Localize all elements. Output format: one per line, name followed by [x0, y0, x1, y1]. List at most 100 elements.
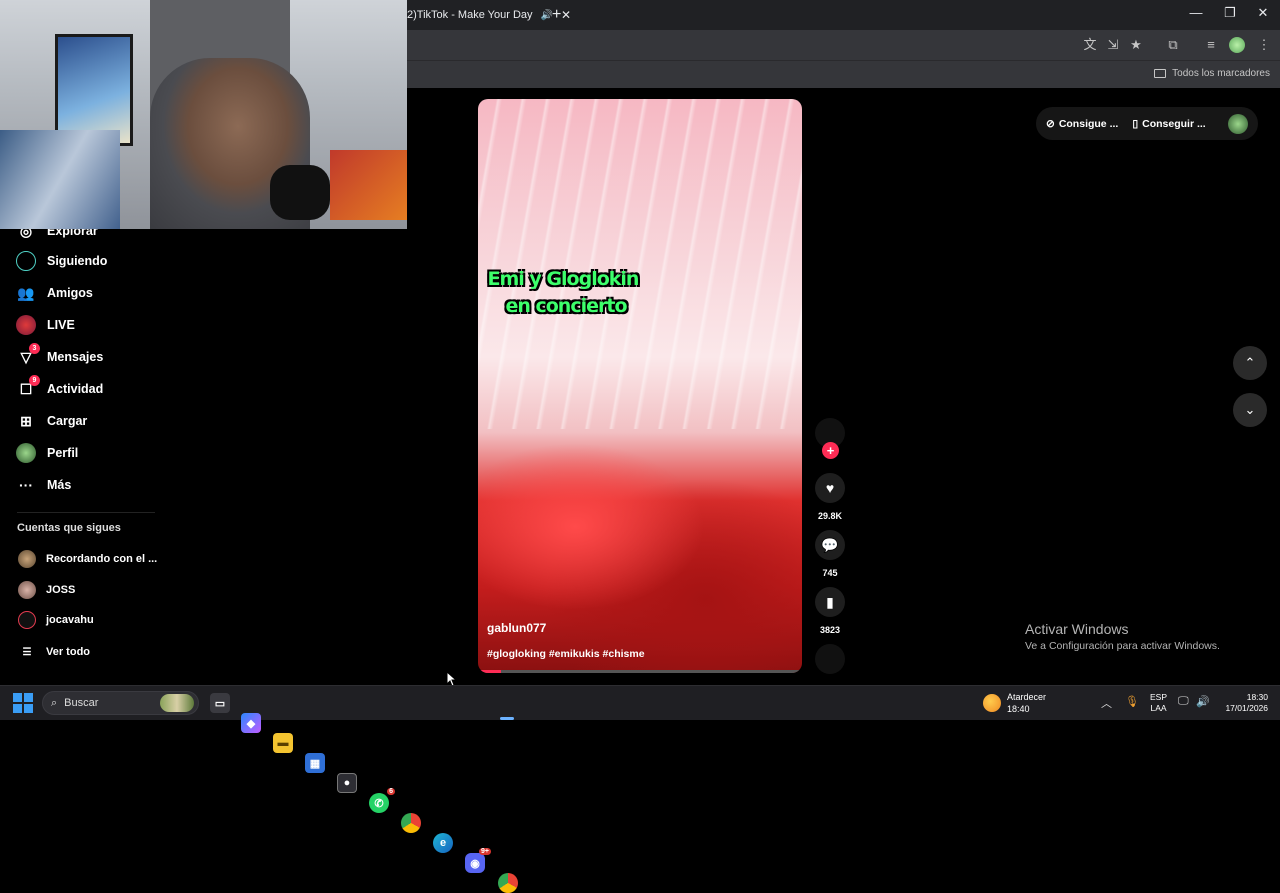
- sidebar-divider: [17, 512, 155, 513]
- video-username[interactable]: gablun077: [487, 621, 546, 635]
- tab-title: 2)TikTok - Make Your Day: [407, 9, 533, 21]
- video-hashtags[interactable]: #glogloking #emikukis #chisme: [487, 648, 645, 660]
- weather-label: Atardecer: [1007, 692, 1047, 702]
- sidebar-item-following[interactable]: Siguiendo: [15, 249, 107, 273]
- browser-profile-avatar[interactable]: [1229, 37, 1245, 53]
- video-player[interactable]: Emi y Gloglokin en concierto gablun077 #…: [478, 99, 802, 673]
- chevron-up-icon: ⌃: [1244, 355, 1256, 370]
- microphone-icon[interactable]: 🎙: [1125, 695, 1139, 708]
- network-icon[interactable]: 🖵: [1178, 695, 1189, 708]
- following-account[interactable]: JOSS: [18, 580, 75, 600]
- like-count: 29.8K: [817, 511, 843, 521]
- weather-widget[interactable]: Atardecer 18:40: [983, 691, 1046, 715]
- microsoft-store-icon[interactable]: ▦: [305, 753, 325, 773]
- save-button[interactable]: ▮: [815, 587, 845, 617]
- sidebar-item-more[interactable]: ··· Más: [15, 473, 71, 497]
- previous-video-button[interactable]: ⌃: [1233, 346, 1267, 380]
- file-explorer-icon[interactable]: ▬: [273, 733, 293, 753]
- avatar: [18, 550, 36, 568]
- coin-icon: ⊘: [1046, 117, 1055, 130]
- folder-icon: [1154, 69, 1167, 78]
- webcam-bed: [0, 130, 120, 229]
- user-avatar[interactable]: [1228, 113, 1248, 134]
- media-control-icon[interactable]: ≡: [1202, 36, 1220, 54]
- task-view-icon[interactable]: ▭: [210, 693, 230, 713]
- share-button[interactable]: [815, 644, 845, 674]
- following-account[interactable]: jocavahu: [18, 610, 94, 630]
- activity-icon: ☐ 9: [15, 375, 40, 400]
- start-button[interactable]: [13, 693, 33, 713]
- like-button[interactable]: ♥: [815, 473, 845, 503]
- edge-icon[interactable]: e: [433, 833, 453, 853]
- webcam-overlay: [0, 0, 407, 229]
- activate-title: Activar Windows: [1025, 621, 1129, 637]
- comment-count: 745: [822, 568, 838, 578]
- all-bookmarks-label: Todos los marcadores: [1172, 68, 1270, 79]
- install-app-icon[interactable]: ⇲: [1104, 36, 1122, 54]
- following-account-name: jocavahu: [46, 614, 94, 626]
- chrome-icon[interactable]: [401, 813, 421, 833]
- bookmark-icon: ▮: [826, 593, 834, 610]
- bookmark-star-icon[interactable]: ★: [1127, 36, 1145, 54]
- sidebar-item-label: Mensajes: [47, 350, 104, 364]
- next-video-button[interactable]: ⌄: [1233, 393, 1267, 427]
- bookmarks-bar: Todos los marcadores: [407, 60, 1280, 88]
- chevron-down-icon: ⌄: [1244, 402, 1256, 417]
- get-coins-button[interactable]: ⊘ Consigue ...: [1046, 118, 1118, 130]
- whatsapp-icon[interactable]: ✆ 6: [369, 788, 395, 813]
- tab-close-icon[interactable]: ✕: [561, 8, 571, 22]
- chrome-active-icon[interactable]: [498, 873, 518, 893]
- windows-logo-tile: [24, 704, 33, 713]
- sidebar-item-label: Más: [47, 478, 72, 492]
- new-tab-button[interactable]: +: [552, 6, 561, 24]
- see-all-link[interactable]: ☰ Ver todo: [18, 642, 91, 662]
- tray-overflow-chevron-icon[interactable]: ︿: [1101, 695, 1112, 711]
- activate-windows-watermark: Activar Windows Ve a Configuración para …: [1025, 621, 1220, 652]
- sidebar-item-label: Cargar: [47, 414, 88, 428]
- minimize-button[interactable]: —: [1181, 5, 1211, 20]
- sidebar-item-activity[interactable]: ☐ 9 Actividad: [15, 375, 104, 401]
- list-icon: ☰: [22, 646, 32, 658]
- sidebar-item-upload[interactable]: ⊞ Cargar: [15, 409, 87, 433]
- volume-icon[interactable]: 🔊: [1196, 695, 1210, 708]
- system-clock[interactable]: 18:30 17/01/2026: [1214, 692, 1268, 714]
- all-bookmarks-button[interactable]: Todos los marcadores: [1154, 68, 1270, 79]
- sidebar-item-profile[interactable]: Perfil: [15, 441, 78, 465]
- sidebar-item-live[interactable]: LIVE: [15, 313, 75, 337]
- taskbar-search[interactable]: ⌕ Buscar: [42, 691, 199, 715]
- avatar: [18, 611, 36, 629]
- following-account[interactable]: Recordando con el ...: [18, 549, 157, 569]
- sidebar-item-label: Actividad: [47, 382, 104, 396]
- save-count: 3823: [819, 625, 841, 635]
- close-window-button[interactable]: ✕: [1248, 5, 1278, 21]
- messages-icon: ▽ 3: [15, 343, 40, 368]
- overlay-line-2: en concierto: [505, 295, 627, 317]
- live-icon: [15, 314, 37, 336]
- comment-icon: 💬: [821, 536, 839, 553]
- upload-icon: ⊞: [20, 412, 32, 429]
- discord-icon[interactable]: ◉ 9+: [465, 848, 491, 873]
- video-progress-bar[interactable]: [478, 670, 802, 673]
- extensions-icon[interactable]: ⧉: [1164, 36, 1182, 54]
- following-icon: [15, 250, 37, 272]
- copilot-icon[interactable]: ◆: [241, 713, 261, 733]
- phone-icon: ▯: [1132, 117, 1139, 130]
- browser-menu-icon[interactable]: ⋮: [1255, 36, 1273, 54]
- comment-button[interactable]: 💬: [815, 530, 845, 560]
- translate-icon[interactable]: 文: [1081, 36, 1099, 54]
- sidebar-item-friends[interactable]: 👥 Amigos: [15, 281, 93, 305]
- friends-icon: 👥: [17, 284, 35, 301]
- get-app-button[interactable]: ▯ Conseguir ...: [1132, 118, 1205, 130]
- maximize-button[interactable]: ❐: [1215, 5, 1245, 21]
- sunset-icon: [983, 694, 1001, 712]
- avatar: [18, 581, 36, 599]
- input-language[interactable]: ESP LAA: [1150, 692, 1167, 714]
- follow-plus-button[interactable]: +: [822, 442, 839, 459]
- stage-lights: [478, 99, 802, 429]
- video-progress-fill: [478, 670, 501, 673]
- more-icon: ···: [19, 477, 33, 493]
- sidebar-item-messages[interactable]: ▽ 3 Mensajes: [15, 343, 104, 369]
- concert-crowd: [478, 429, 802, 673]
- obs-icon[interactable]: ●: [337, 773, 357, 793]
- following-account-name: Recordando con el ...: [46, 553, 158, 565]
